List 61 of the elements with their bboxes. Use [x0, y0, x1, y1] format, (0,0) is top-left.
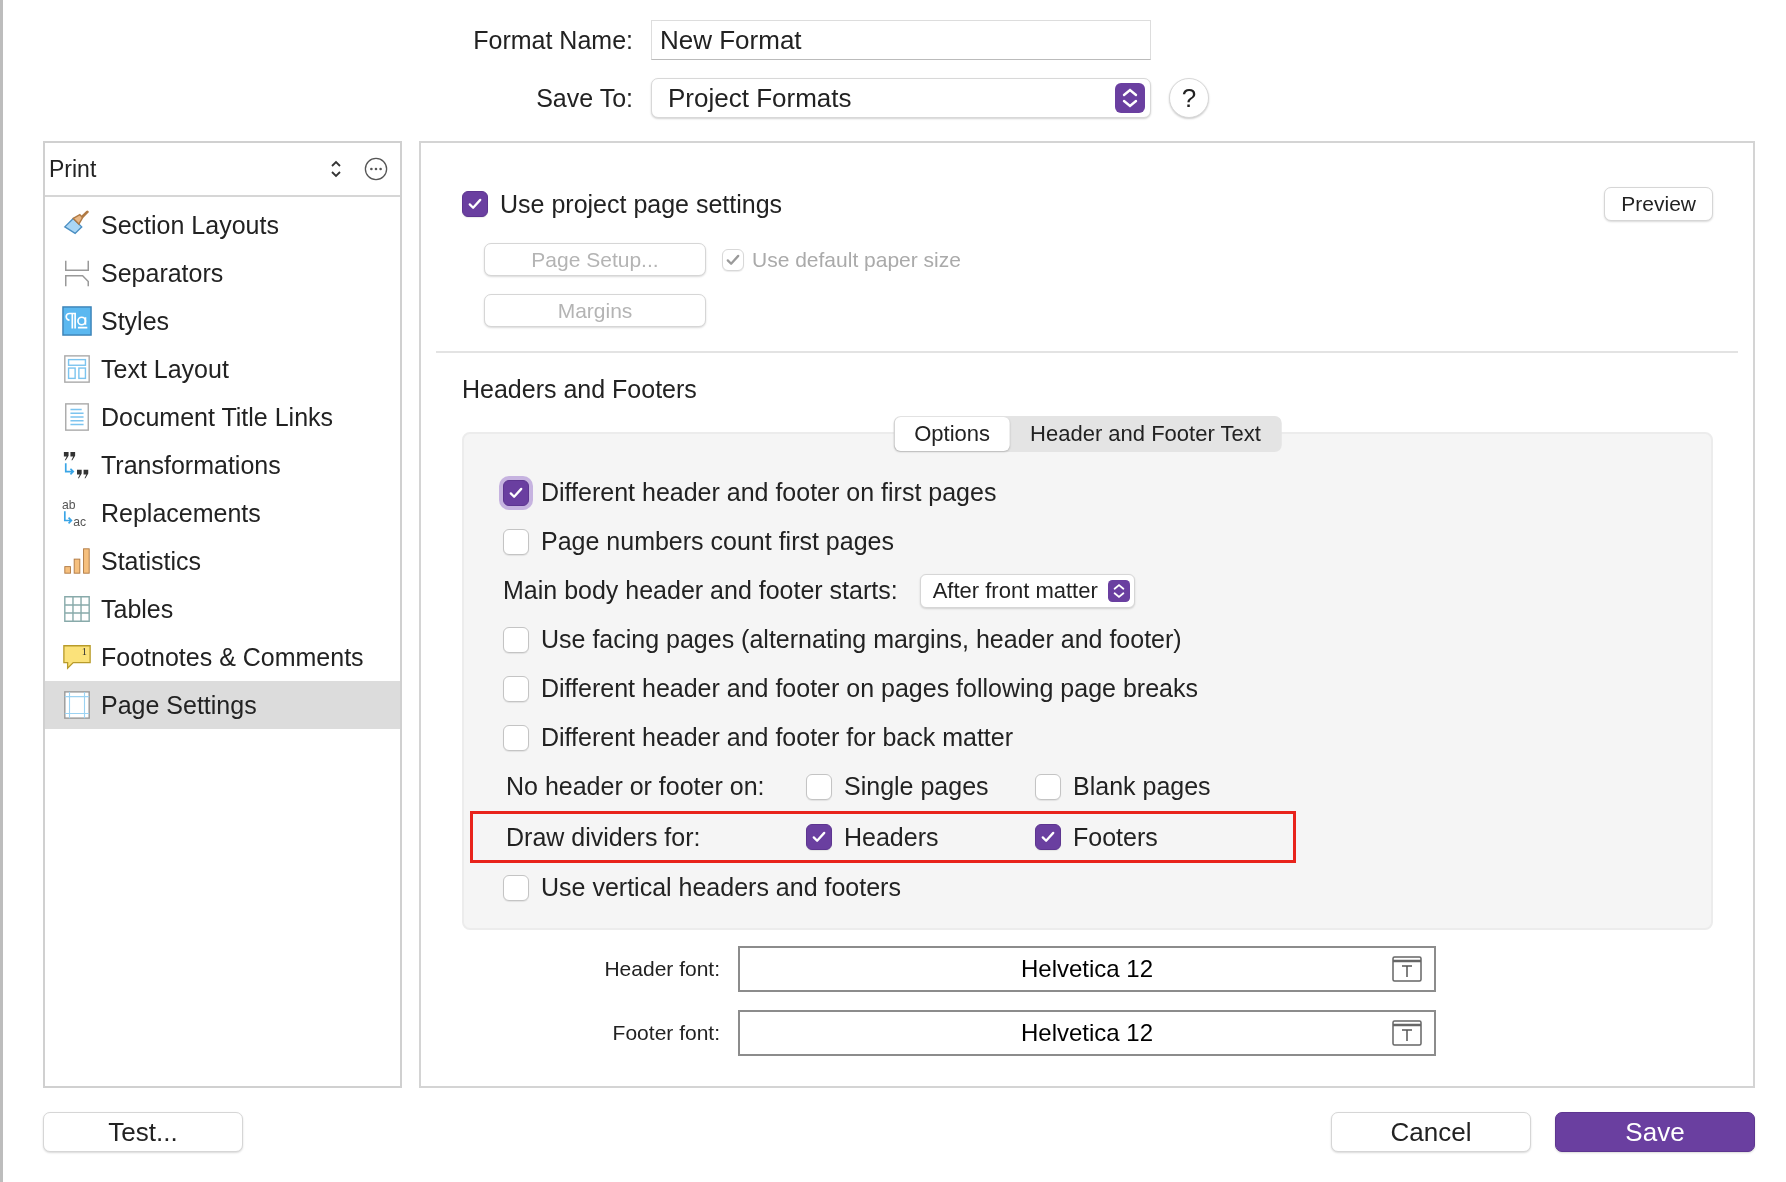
up-down-chevron-icon[interactable]	[330, 159, 342, 179]
option-label: Single pages	[844, 772, 989, 801]
sidebar-item[interactable]: 1 Footnotes & Comments	[45, 633, 400, 681]
option-label: Use vertical headers and footers	[541, 873, 901, 902]
option-label: Page numbers count first pages	[541, 527, 894, 556]
starts-dropdown[interactable]: After front matter	[919, 573, 1135, 608]
font-field[interactable]: Helvetica 12	[738, 946, 1436, 992]
default-paper-label: Use default paper size	[752, 247, 961, 272]
option-checkbox[interactable]	[806, 824, 832, 850]
option-label: Different header and footer on first pages	[541, 478, 997, 507]
tab[interactable]: Header and Footer Text	[1010, 417, 1281, 451]
sidebar-item[interactable]: Transformations	[45, 441, 400, 489]
use-project-label: Use project page settings	[500, 189, 783, 219]
preset-title: Print	[49, 155, 98, 183]
option-label: Different header and footer on pages following page breaks	[541, 674, 1198, 703]
font-panel-icon[interactable]	[1392, 1020, 1422, 1046]
save-button[interactable]: Save	[1555, 1112, 1755, 1152]
option-label: Draw dividers for:	[506, 822, 702, 852]
layout-icon	[62, 354, 92, 384]
format-name-label: Format Name:	[472, 25, 633, 55]
dropdown-arrows-icon	[1107, 579, 1130, 602]
option-label: Blank pages	[1073, 772, 1211, 801]
separator-icon	[62, 258, 92, 288]
test-button[interactable]: Test...	[43, 1112, 243, 1152]
page-icon	[62, 690, 92, 720]
dropdown-arrows-icon	[1115, 83, 1145, 113]
paragraph-style-icon	[62, 306, 92, 336]
sidebar-item[interactable]: Page Settings	[45, 681, 400, 729]
speech-bubble-icon: 1	[62, 642, 92, 672]
font-panel-icon[interactable]	[1392, 956, 1422, 982]
option-checkbox[interactable]	[1035, 824, 1061, 850]
cancel-button[interactable]: Cancel	[1331, 1112, 1531, 1152]
use-project-checkbox[interactable]	[462, 191, 488, 217]
more-options-icon[interactable]	[364, 157, 388, 181]
format-name-field[interactable]: New Format	[651, 20, 1151, 60]
option-label: Footers	[1073, 822, 1158, 852]
font-label: Footer font:	[611, 1021, 720, 1045]
sidebar-item[interactable]: Tables	[45, 585, 400, 633]
sidebar-item[interactable]: Section Layouts	[45, 201, 400, 249]
save-to-dropdown[interactable]: Project Formats	[651, 78, 1151, 118]
section-heading: Headers and Footers	[462, 375, 698, 404]
option-label: No header or footer on:	[506, 772, 766, 801]
option-label: Headers	[844, 822, 939, 852]
font-label: Header font:	[603, 957, 720, 981]
table-grid-icon	[62, 594, 92, 624]
option-label: Use facing pages (alternating margins, header and footer)	[541, 625, 1182, 654]
sidebar-item[interactable]: Separators	[45, 249, 400, 297]
tab[interactable]: Options	[894, 417, 1011, 451]
sidebar-item[interactable]: Styles	[45, 297, 400, 345]
save-to-label: Save To:	[535, 83, 633, 113]
sidebar-item[interactable]: ab ac Replacements	[45, 489, 400, 537]
font-field[interactable]: Helvetica 12	[738, 1010, 1436, 1056]
sidebar-item[interactable]: Text Layout	[45, 345, 400, 393]
document-icon	[62, 402, 92, 432]
sidebar-item[interactable]: Statistics	[45, 537, 400, 585]
sidebar-item[interactable]: Document Title Links	[45, 393, 400, 441]
preview-button[interactable]: Preview	[1604, 187, 1713, 221]
bar-chart-icon	[62, 546, 92, 576]
option-label: Main body header and footer starts:	[503, 576, 898, 605]
help-button[interactable]: ?	[1169, 78, 1209, 118]
option-label: Different header and footer for back matter	[541, 723, 1014, 752]
